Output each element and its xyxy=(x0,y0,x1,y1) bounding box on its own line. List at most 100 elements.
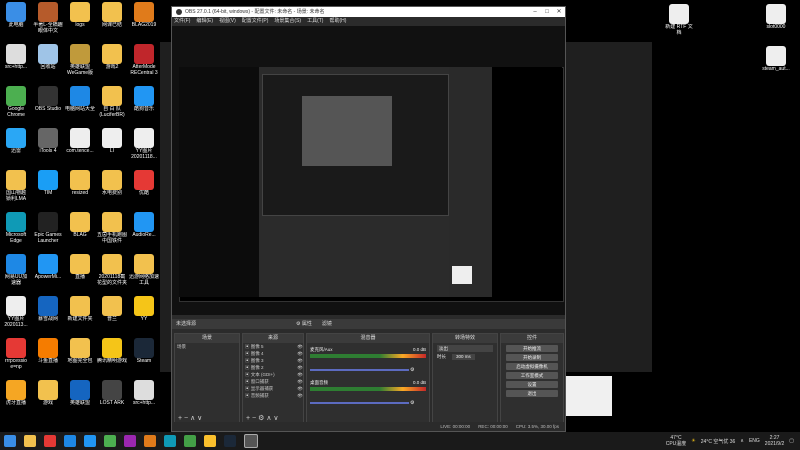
visibility-eye-icon[interactable]: 👁 xyxy=(297,392,303,399)
desktop-icon[interactable]: 优酷 xyxy=(128,170,160,196)
start-button-icon[interactable] xyxy=(4,435,16,447)
weather-text[interactable]: 24°C 空气优 36 xyxy=(701,438,736,445)
desktop-icon[interactable]: 迅游网络加速 工具 xyxy=(128,254,160,286)
menu-item[interactable]: 文件(F) xyxy=(174,17,190,26)
add-source-icon[interactable]: + xyxy=(246,415,250,422)
menu-item[interactable]: 工具(T) xyxy=(307,17,323,26)
source-item[interactable]: ▣ 音频捕获 👁 xyxy=(243,392,303,399)
desktop-icon[interactable]: TIM xyxy=(32,170,64,196)
control-button[interactable]: 开始推流 xyxy=(506,345,558,352)
close-button[interactable]: ✕ xyxy=(553,7,565,17)
filters-button[interactable]: 滤镜 xyxy=(322,319,332,329)
taskbar-steam-icon[interactable] xyxy=(224,435,236,447)
desktop-icon[interactable]: 新建 RTF 文 档 xyxy=(663,4,695,36)
language-indicator[interactable]: ENG xyxy=(749,438,760,444)
control-button[interactable]: 启动虚拟摄像机 xyxy=(506,363,558,370)
desktop-icon[interactable]: 五茵手机跑图 中国铁件 xyxy=(96,212,128,244)
menu-item[interactable]: 场景集合(S) xyxy=(274,17,301,26)
desktop-icon[interactable]: Microsoft Edge xyxy=(0,212,32,244)
add-scene-icon[interactable]: + xyxy=(178,415,182,422)
desktop-icon[interactable]: LOST ARK xyxy=(96,380,128,406)
control-button[interactable]: 工作室模式 xyxy=(506,372,558,379)
volume-slider[interactable] xyxy=(310,402,409,404)
taskbar-obs-icon[interactable] xyxy=(244,434,258,448)
desktop-icon[interactable]: iTools 4 xyxy=(32,128,64,154)
source-item[interactable]: ▣ 文本 (GDI+) 👁 xyxy=(243,371,303,378)
desktop-icon[interactable]: 新建文件夹 xyxy=(64,296,96,322)
duration-input[interactable]: 300 ms xyxy=(452,354,475,360)
remove-source-icon[interactable]: − xyxy=(252,415,256,422)
taskbar-ie-icon[interactable] xyxy=(64,435,76,447)
source-up-icon[interactable]: ∧ xyxy=(266,415,271,422)
scene-item[interactable]: 场景 xyxy=(175,343,239,350)
control-button[interactable]: 设置 xyxy=(506,381,558,388)
menu-item[interactable]: 视图(V) xyxy=(219,17,236,26)
desktop-icon[interactable]: 腾讯精明游戏 xyxy=(96,338,128,364)
taskbar-game-icon[interactable] xyxy=(144,435,156,447)
desktop-icon[interactable]: AtterMode RECentral 3 xyxy=(128,44,160,76)
desktop-icon[interactable]: 游戏2 xyxy=(96,44,128,70)
desktop-icon[interactable]: 回收站 xyxy=(32,44,64,70)
desktop-icon[interactable]: 电脑网站大全 xyxy=(64,86,96,112)
menu-item[interactable]: 配置文件(P) xyxy=(242,17,269,26)
desktop-icon[interactable]: ApowerMi... xyxy=(32,254,64,280)
desktop-icon[interactable]: BLAG2019 xyxy=(128,2,160,28)
source-settings-icon[interactable]: ⚙ xyxy=(258,415,264,422)
desktop-icon[interactable]: BLAG xyxy=(64,212,96,238)
control-button[interactable]: 退出 xyxy=(506,390,558,397)
control-button[interactable]: 开始录制 xyxy=(506,354,558,361)
desktop-icon[interactable]: YY图片 20201118... xyxy=(128,128,160,160)
desktop-icon[interactable]: logs xyxy=(64,2,96,28)
desktop-icon[interactable]: Steam xyxy=(128,338,160,364)
tray-chevron-icon[interactable]: ∧ xyxy=(740,438,744,444)
menu-item[interactable]: 编辑(E) xyxy=(196,17,213,26)
desktop-icon[interactable]: com.tence... xyxy=(64,128,96,154)
desktop-icon[interactable]: 暴雪战网 xyxy=(32,296,64,322)
desktop-icon[interactable]: 普兰 xyxy=(96,296,128,322)
source-item[interactable]: ▣ 图像 3 👁 xyxy=(243,357,303,364)
visibility-eye-icon[interactable]: 👁 xyxy=(297,385,303,392)
notification-icon[interactable]: ▢ xyxy=(789,438,794,444)
desktop-icon[interactable]: 半著L-全橋趣 眼体中文 xyxy=(32,2,64,34)
desktop-icon[interactable]: Google Chrome xyxy=(0,86,32,118)
visibility-eye-icon[interactable]: 👁 xyxy=(297,364,303,371)
taskbar-folder-icon[interactable] xyxy=(24,435,36,447)
channel-settings-icon[interactable]: ⚙ xyxy=(409,367,415,373)
desktop-icon[interactable]: 地图完全包 xyxy=(64,338,96,364)
desktop-icon[interactable]: slot0000 xyxy=(760,4,792,30)
desktop-icon[interactable]: 网易UU加 速器 xyxy=(0,254,32,286)
desktop-icon[interactable]: steam_aut... xyxy=(760,46,792,72)
desktop-icon[interactable]: 直播 xyxy=(64,254,96,280)
taskbar-chrome-icon[interactable] xyxy=(204,435,216,447)
visibility-eye-icon[interactable]: 👁 xyxy=(297,350,303,357)
taskbar-qq-icon[interactable] xyxy=(84,435,96,447)
weather-icon[interactable]: ☀ xyxy=(691,438,695,444)
properties-button[interactable]: ⚙ 属性 xyxy=(296,319,312,329)
volume-slider[interactable] xyxy=(310,369,409,371)
desktop-icon[interactable]: src+http... xyxy=(128,380,160,406)
source-item[interactable]: ▣ 图像 4 👁 xyxy=(243,350,303,357)
maximize-button[interactable]: □ xyxy=(541,7,553,17)
visibility-eye-icon[interactable]: 👁 xyxy=(297,357,303,364)
source-item[interactable]: ▣ 图像 5 👁 xyxy=(243,343,303,350)
transition-select[interactable]: 淡出 xyxy=(437,345,493,352)
taskbar-edge-icon[interactable] xyxy=(164,435,176,447)
source-down-icon[interactable]: ∨ xyxy=(273,415,278,422)
desktop-icon[interactable]: 虎牙直播 xyxy=(0,380,32,406)
move-up-icon[interactable]: ∧ xyxy=(190,415,195,422)
desktop-icon[interactable]: rrrpcessio e=np xyxy=(0,338,32,370)
desktop-icon[interactable]: OBS Studio xyxy=(32,86,64,112)
taskbar-wechat-icon[interactable] xyxy=(184,435,196,447)
taskbar-app-icon[interactable] xyxy=(44,435,56,447)
remove-scene-icon[interactable]: − xyxy=(184,415,188,422)
desktop-icon[interactable]: 此电脑 xyxy=(0,2,32,28)
taskbar-tool-icon[interactable] xyxy=(104,435,116,447)
desktop-icon[interactable]: 网课已结 xyxy=(96,2,128,28)
desktop-icon[interactable]: 水电费别 xyxy=(96,170,128,196)
desktop-icon[interactable]: 自 白 队 (LuciferBR) xyxy=(96,86,128,118)
desktop-icon[interactable]: AudioRe... xyxy=(128,212,160,238)
visibility-eye-icon[interactable]: 👁 xyxy=(297,343,303,350)
minimize-button[interactable]: – xyxy=(529,7,541,17)
desktop-icon[interactable]: 酷狗音乐 xyxy=(128,86,160,112)
channel-settings-icon[interactable]: ⚙ xyxy=(409,400,415,406)
